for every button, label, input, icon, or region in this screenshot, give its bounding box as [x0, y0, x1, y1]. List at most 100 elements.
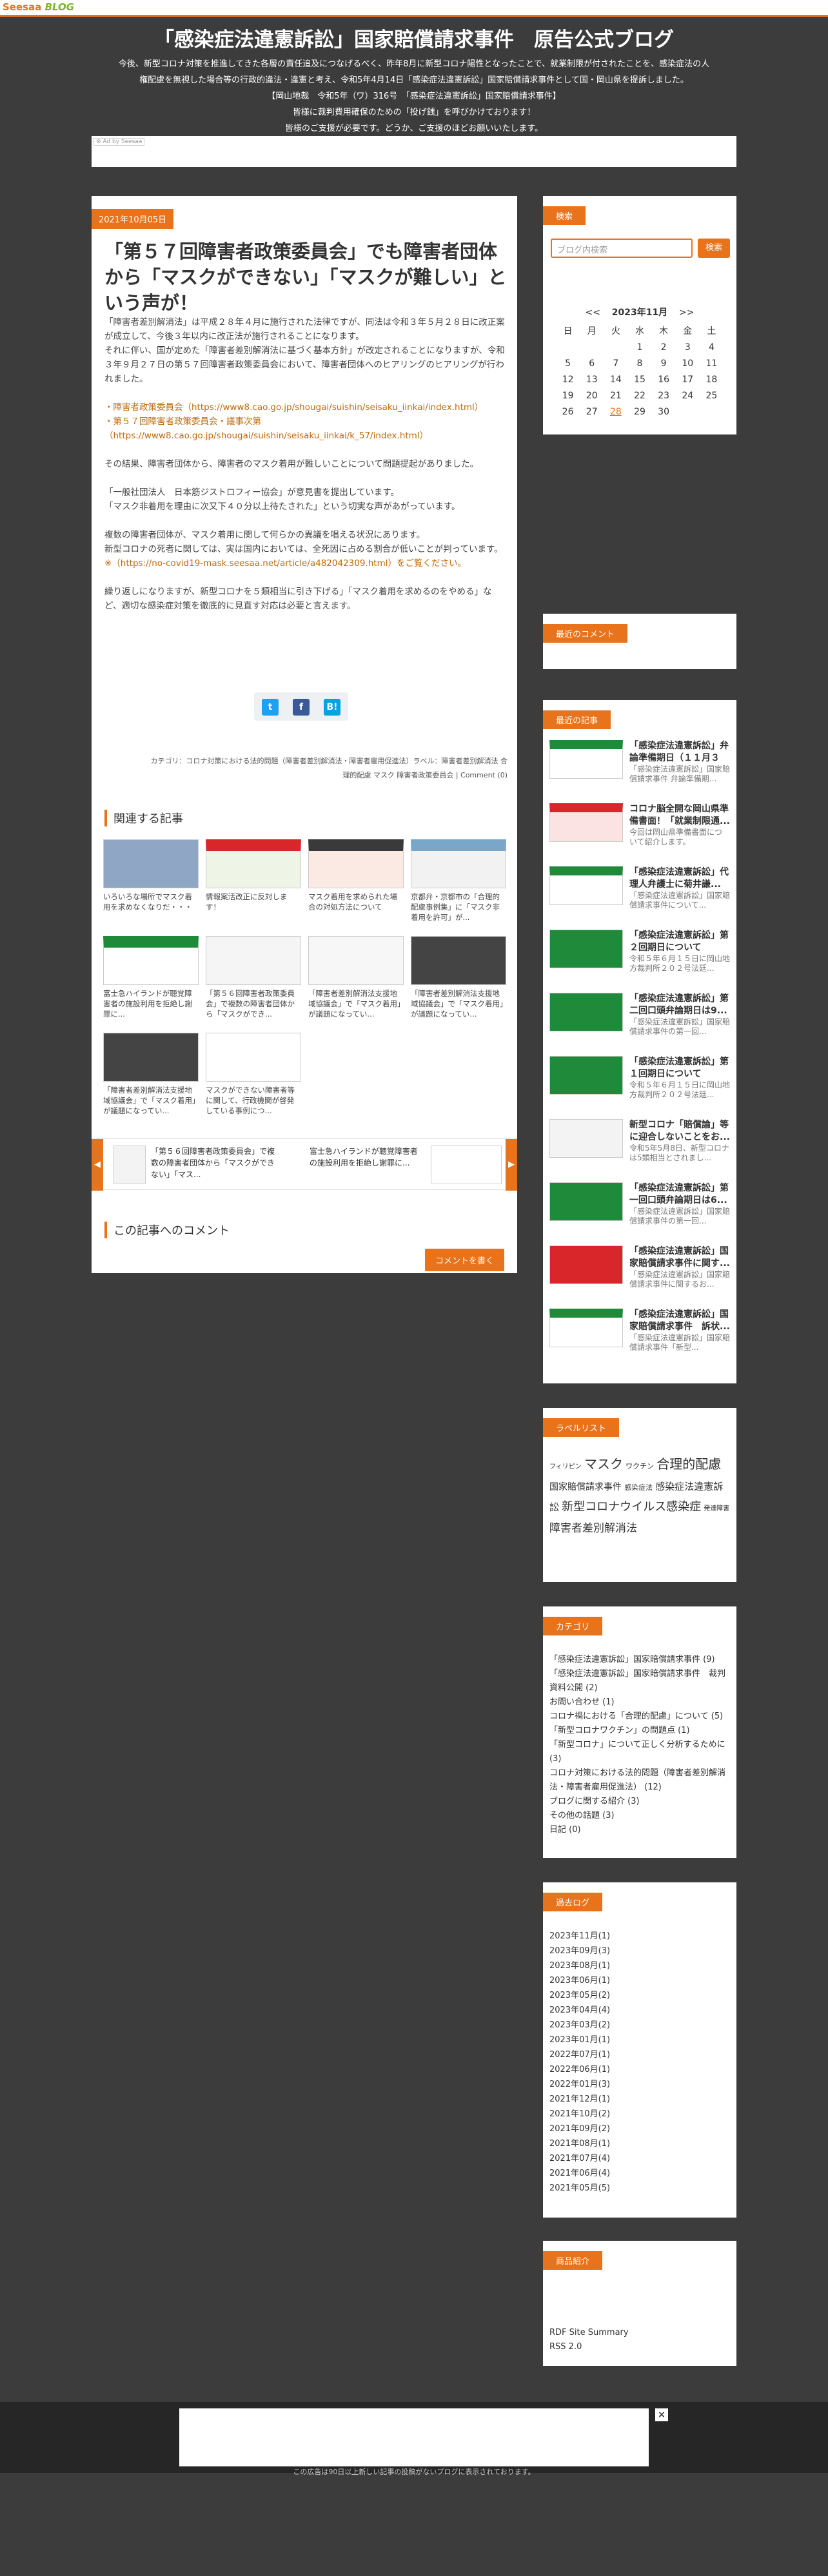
article-meta: カテゴリ：コロナ対策における法的問題（障害者差別解消法・障害者雇用促進法）ラベル…	[150, 757, 508, 779]
widget-title: 商品紹介	[543, 2251, 603, 2270]
category-link[interactable]: コロナ対策における法的問題（障害者差別解消法・障害者雇用促進法） (12)	[549, 1766, 730, 1795]
rss-link[interactable]: RSS 2.0	[549, 2340, 629, 2354]
category-link[interactable]: その他の話題 (3)	[549, 1809, 730, 1823]
category-link[interactable]: 「感染症法違憲訴訟」国家賠償請求事件 裁判資料公開 (2)	[549, 1667, 730, 1695]
archive-link[interactable]: 2022年07月(1)	[549, 2047, 730, 2062]
link-policy-committee[interactable]: ・障害者政策委員会（https://www8.cao.go.jp/shougai…	[104, 402, 483, 413]
recent-comments-widget: 最近のコメント	[543, 614, 736, 669]
related-thumb	[206, 1033, 301, 1082]
archive-link[interactable]: 2022年06月(1)	[549, 2062, 730, 2077]
related-item[interactable]: いろいろな場所でマスク着用を求めなくなりだ・・・	[103, 839, 199, 922]
related-item[interactable]: 「障害者差別解消法支援地域協議会」で「マスク着用」が議題になってい...	[308, 936, 404, 1019]
archive-link[interactable]: 2021年10月(2)	[549, 2107, 730, 2122]
archive-link[interactable]: 2023年01月(1)	[549, 2033, 730, 2047]
label-link[interactable]: 新型コロナウイルス感染症	[562, 1500, 701, 1514]
calendar-week: 12 13 14 15 16 17 18	[562, 375, 718, 385]
twitter-share-icon[interactable]: t	[262, 699, 279, 716]
label-link[interactable]: ワクチン	[626, 1462, 654, 1470]
recent-post-thumb	[549, 1182, 623, 1221]
category-link[interactable]: お問い合わせ (1)	[549, 1695, 730, 1710]
recent-post-item[interactable]: コロナ脳全開な岡山県準備書面！「就業制限通... 今回は岡山県準備書面について紹介…	[549, 803, 730, 846]
article-title[interactable]: 「第５７回障害者政策委員会」でも障害者団体から「マスクができない」「マスクが難し…	[104, 239, 508, 316]
widget-title: カテゴリ	[543, 1617, 603, 1635]
carousel-thumb[interactable]	[431, 1146, 502, 1184]
footer-ad[interactable]	[179, 2408, 649, 2466]
recent-post-item[interactable]: 「感染症法違憲訴訟」代理人弁護士に菊井謙... 「感染症法違憲訴訟」国家賠償請求事…	[549, 866, 730, 910]
recent-post-item[interactable]: 「感染症法違憲訴訟」第１回期日について 令和５年６月１５日に岡山地方裁判所２０２号…	[549, 1056, 730, 1099]
search-button[interactable]: 検索	[698, 239, 730, 258]
category-link[interactable]: 「感染症法違憲訴訟」国家賠償請求事件 (9)	[549, 1653, 730, 1667]
archive-link[interactable]: 2023年09月(3)	[549, 1944, 730, 1958]
link-57th-agenda[interactable]: ・第５７回障害者政策委員会・議事次第（https://www8.cao.go.j…	[104, 416, 428, 441]
hatena-bookmark-icon[interactable]: B!	[324, 699, 340, 716]
recent-post-item[interactable]: 「感染症法違憲訴訟」弁論準備期日（１１月３０...「感染症法違憲訴訟」国家賠償請…	[549, 740, 730, 783]
archive-link[interactable]: 2023年06月(1)	[549, 1973, 730, 1988]
related-carousel: ◀ 「第５６回障害者政策委員会」で複数の障害者団体から「マスクができない」「マス…	[92, 1138, 517, 1191]
label-link[interactable]: 感染症法	[624, 1483, 653, 1492]
archive-link[interactable]: 2021年07月(4)	[549, 2151, 730, 2166]
recent-post-item[interactable]: 「感染症法違憲訴訟」第一回口頭弁論期日は6... 「感染症法違憲訴訟」国家賠償請求…	[549, 1182, 730, 1225]
recent-post-thumb	[549, 1245, 623, 1284]
label-link[interactable]: マスク	[584, 1456, 623, 1472]
facebook-share-icon[interactable]: f	[293, 699, 310, 716]
related-item[interactable]: 「障害者差別解消法支援地域協議会」で「マスク着用」が議題になってい...	[411, 936, 506, 1019]
archive-link[interactable]: 2023年03月(2)	[549, 2018, 730, 2033]
recent-post-item[interactable]: 「感染症法違憲訴訟」国家賠償請求事件に関す... 「感染症法違憲訴訟」国家賠償請求…	[549, 1245, 730, 1289]
archive-link[interactable]: 2021年06月(4)	[549, 2166, 730, 2181]
label-link[interactable]: 発達障害	[704, 1505, 729, 1512]
archive-link[interactable]: 2021年09月(2)	[549, 2122, 730, 2136]
recent-post-item[interactable]: 「感染症法違憲訴訟」第２回期日について 令和５年６月１５日に岡山地方裁判所２０２号…	[549, 930, 730, 973]
carousel-next-button[interactable]: ▶	[506, 1139, 517, 1191]
calendar-next[interactable]: >>	[679, 307, 694, 318]
category-link[interactable]: コロナ禍における「合理的配慮」について (5)	[549, 1710, 730, 1724]
widget-title: 過去ログ	[543, 1893, 603, 1911]
recent-post-item[interactable]: 新型コロナ「賠償論」等に迎合しないことをお... 令和5年5月8日、新型コロナは5…	[549, 1119, 730, 1162]
calendar-day-link[interactable]: 28	[604, 404, 627, 420]
related-item[interactable]: 富士急ハイランドが聴覚障害者の施設利用を拒絶し謝罪に...	[103, 936, 199, 1019]
rdf-link[interactable]: RDF Site Summary	[549, 2326, 629, 2340]
archive-link[interactable]: 2023年04月(4)	[549, 2003, 730, 2018]
archive-link[interactable]: 2023年05月(2)	[549, 1988, 730, 2003]
categories-widget: カテゴリ 「感染症法違憲訴訟」国家賠償請求事件 (9) 「感染症法違憲訴訟」国家…	[543, 1606, 736, 1858]
related-thumb	[411, 839, 506, 888]
close-icon[interactable]: ×	[655, 2408, 668, 2421]
calendar-prev[interactable]: <<	[585, 307, 600, 318]
recent-posts-widget: 最近の記事 「感染症法違憲訴訟」弁論準備期日（１１月３０...「感染症法違憲訴訟…	[543, 700, 736, 1383]
archive-link[interactable]: 2023年11月(1)	[549, 1929, 730, 1944]
carousel-thumb[interactable]	[113, 1146, 146, 1184]
related-item[interactable]: 京都弁・京都市の「合理的配慮事例集」に「マスク非着用を許可」が...	[411, 839, 506, 922]
archive-link[interactable]: 2021年12月(1)	[549, 2092, 730, 2107]
label-link[interactable]: 国家賠償請求事件	[549, 1482, 622, 1492]
carousel-prev-button[interactable]: ◀	[92, 1139, 103, 1191]
label-link[interactable]: 障害者差別解消法	[549, 1522, 637, 1535]
category-link[interactable]: 「新型コロナワクチン」の問題点 (1)	[549, 1724, 730, 1738]
calendar-month: 2023年11月	[611, 307, 668, 318]
link-mask-article[interactable]: ※（https://no-covid19-mask.seesaa.net/art…	[104, 558, 466, 569]
category-link[interactable]: 「新型コロナ」について正しく分析するために (3)	[549, 1738, 730, 1766]
archive-link[interactable]: 2022年01月(3)	[549, 2077, 730, 2092]
widget-title: 最近の記事	[543, 710, 611, 729]
related-item[interactable]: 情報案活改正に反対します！	[206, 839, 301, 922]
carousel-item[interactable]: 「第５６回障害者政策委員会」で複数の障害者団体から「マスクができない」「マス..…	[151, 1146, 280, 1184]
related-item[interactable]: マスクができない障害者等に関して、行政機関が啓発している事例につ...	[206, 1033, 301, 1116]
recent-post-item[interactable]: 「感染症法違憲訴訟」国家賠償請求事件 訴状... 「感染症法違憲訴訟」国家賠償請求…	[549, 1309, 730, 1352]
label-link[interactable]: フィリピン	[549, 1463, 582, 1470]
related-item[interactable]: 「障害者差別解消法支援地域協議会」で「マスク着用」が議題になってい...	[103, 1033, 199, 1116]
header-ad[interactable]: ⊗ Ad by Seesaa	[92, 136, 736, 167]
archive-link[interactable]: 2023年08月(1)	[549, 1958, 730, 1973]
category-link[interactable]: 日記 (0)	[549, 1823, 730, 1837]
carousel-item[interactable]: 富士急ハイランドが聴覚障害者の施設利用を拒絶し謝罪に...	[310, 1146, 419, 1184]
site-title[interactable]: 「感染症法違憲訴訟」国家賠償請求事件 原告公式ブログ	[0, 23, 828, 52]
widget-title: ラベルリスト	[543, 1418, 620, 1437]
seesaa-logo[interactable]: Seesaa BLOG	[3, 1, 74, 13]
archive-link[interactable]: 2021年08月(1)	[549, 2136, 730, 2151]
archive-link[interactable]: 2021年05月(5)	[549, 2181, 730, 2196]
category-link[interactable]: ブログに関する紹介 (3)	[549, 1795, 730, 1809]
related-item[interactable]: 「第５６回障害者政策委員会」で複数の障害者団体から「マスクができ...	[206, 936, 301, 1019]
related-thumb	[308, 936, 404, 985]
write-comment-button[interactable]: コメントを書く	[424, 1249, 504, 1271]
related-item[interactable]: マスク着用を求められた場合の対処方法について	[308, 839, 404, 922]
recent-post-item[interactable]: 「感染症法違憲訴訟」第二回口頭弁論期日は9... 「感染症法違憲訴訟」国家賠償請求…	[549, 993, 730, 1036]
search-input[interactable]: ブログ内検索	[551, 239, 693, 258]
label-link[interactable]: 合理的配慮	[656, 1456, 721, 1472]
